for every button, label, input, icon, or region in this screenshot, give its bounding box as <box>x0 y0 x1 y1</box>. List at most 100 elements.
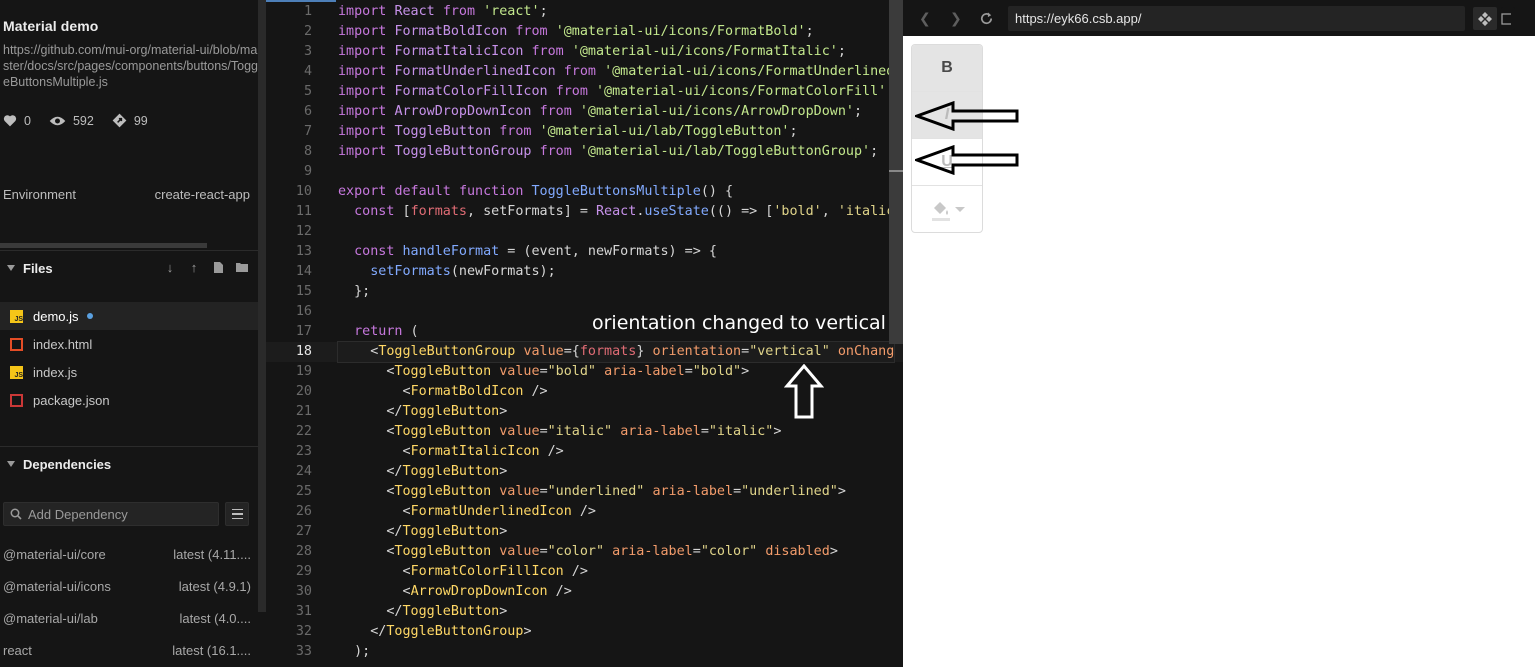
code-line[interactable]: 28 <ToggleButton value="color" aria-labe… <box>266 542 903 562</box>
chevron-down-icon <box>7 265 15 271</box>
code-line[interactable]: 3 import FormatItalicIcon from '@material… <box>266 42 903 62</box>
code-line[interactable]: 5 import FormatColorFillIcon from '@mater… <box>266 82 903 102</box>
environment-label: Environment <box>3 187 76 202</box>
source-link[interactable]: https://github.com/mui-org/material-ui/b… <box>3 42 258 90</box>
add-dependency-field[interactable] <box>3 502 219 526</box>
editor-scrollbar[interactable] <box>889 0 903 344</box>
code-text: import React from 'react'; <box>338 4 548 19</box>
code-line[interactable]: 30 <ArrowDropDownIcon /> <box>266 582 903 602</box>
line-number: 6 <box>303 104 312 119</box>
code-line[interactable]: 27 </ToggleButton> <box>266 522 903 542</box>
code-text: setFormats(newFormats); <box>370 264 556 279</box>
code-line[interactable]: 1 import React from 'react'; <box>266 2 903 22</box>
line-number: 1 <box>303 4 312 19</box>
code-line[interactable]: 25 <ToggleButton value="underlined" aria… <box>266 482 903 502</box>
code-text: import ToggleButton from '@material-ui/l… <box>338 124 798 139</box>
code-text: <ToggleButtonGroup value={formats} orien… <box>336 341 896 363</box>
code-line[interactable]: 13 const handleFormat = (event, newForma… <box>266 242 903 262</box>
sidebar-horizontal-scrollbar[interactable] <box>0 243 207 248</box>
code-line[interactable]: 22 <ToggleButton value="italic" aria-lab… <box>266 422 903 442</box>
browser-toolbar: ❮ ❯ <box>903 0 1535 36</box>
code-line[interactable]: 10 export default function ToggleButtonsM… <box>266 182 903 202</box>
code-line[interactable]: 8 import ToggleButtonGroup from '@materia… <box>266 142 903 162</box>
line-number: 12 <box>295 224 312 239</box>
code-line[interactable]: 12 <box>266 222 903 242</box>
code-line[interactable]: 6 import ArrowDropDownIcon from '@materia… <box>266 102 903 122</box>
dependency-item[interactable]: @material-ui/core latest (4.11.... <box>3 547 251 567</box>
dependency-item[interactable]: @material-ui/lab latest (4.0.... <box>3 611 251 631</box>
sidebar-scrollbar[interactable] <box>258 0 266 612</box>
line-number: 23 <box>295 444 312 459</box>
code-line[interactable]: 14 setFormats(newFormats); <box>266 262 903 282</box>
line-number: 4 <box>303 64 312 79</box>
dependency-version: latest (4.9.1) <box>178 579 251 594</box>
codesandbox-icon[interactable] <box>1473 7 1497 30</box>
forward-icon[interactable]: ❯ <box>950 10 962 27</box>
files-actions: ↓ ↑ <box>154 257 250 277</box>
line-number: 31 <box>295 604 312 619</box>
code-text: return ( <box>354 324 419 339</box>
files-section-header[interactable]: Files ↓ ↑ <box>0 254 258 282</box>
code-line[interactable]: 7 import ToggleButton from '@material-ui/… <box>266 122 903 142</box>
code-text: import FormatBoldIcon from '@material-ui… <box>338 24 814 39</box>
file-item-demo-js[interactable]: JS demo.js <box>0 302 258 330</box>
code-text: }; <box>338 284 371 299</box>
url-input[interactable] <box>1008 6 1465 31</box>
line-number: 33 <box>295 644 312 659</box>
js-file-icon: JS <box>10 365 23 379</box>
line-number: 10 <box>295 184 312 199</box>
code-text: <FormatUnderlinedIcon /> <box>338 504 596 519</box>
code-line[interactable]: 23 <FormatItalicIcon /> <box>266 442 903 462</box>
forks-stat[interactable]: 99 <box>112 113 148 128</box>
line-number: 21 <box>295 404 312 419</box>
menu-icon[interactable] <box>225 502 249 526</box>
code-text: export default function ToggleButtonsMul… <box>338 184 734 199</box>
eye-icon <box>49 116 66 125</box>
code-line[interactable]: 32 </ToggleButtonGroup> <box>266 622 903 642</box>
code-line[interactable]: 2 import FormatBoldIcon from '@material-u… <box>266 22 903 42</box>
back-icon[interactable]: ❮ <box>919 10 931 27</box>
download-icon[interactable]: ↓ <box>162 257 178 277</box>
dependency-name: @material-ui/core <box>3 547 106 562</box>
dependency-item[interactable]: react latest (16.1.... <box>3 643 251 663</box>
line-number: 3 <box>303 44 312 59</box>
line-number: 13 <box>295 244 312 259</box>
dependency-item[interactable]: @material-ui/icons latest (4.9.1) <box>3 579 251 599</box>
open-new-window-icon[interactable] <box>1501 7 1515 30</box>
file-item-index-html[interactable]: index.html <box>0 330 258 358</box>
code-line[interactable]: 18 <ToggleButtonGroup value={formats} or… <box>266 341 903 363</box>
line-number: 25 <box>295 484 312 499</box>
code-line[interactable]: 26 <FormatUnderlinedIcon /> <box>266 502 903 522</box>
code-line[interactable]: 29 <FormatColorFillIcon /> <box>266 562 903 582</box>
refresh-icon[interactable] <box>979 11 994 26</box>
line-number: 2 <box>303 24 312 39</box>
file-item-index-js[interactable]: JS index.js <box>0 358 258 386</box>
code-line[interactable]: 24 </ToggleButton> <box>266 462 903 482</box>
divider <box>0 446 258 447</box>
format-bold-icon: B <box>941 59 953 76</box>
code-line[interactable]: 15 }; <box>266 282 903 302</box>
code-text: </ToggleButton> <box>338 604 508 619</box>
code-text: <FormatColorFillIcon /> <box>338 564 588 579</box>
new-file-icon[interactable] <box>210 257 226 277</box>
line-number: 22 <box>295 424 312 439</box>
code-text: import ArrowDropDownIcon from '@material… <box>338 104 863 119</box>
file-item-package-json[interactable]: package.json <box>0 386 258 414</box>
line-number: 26 <box>295 504 312 519</box>
fork-icon <box>112 113 127 128</box>
color-toggle-button <box>912 186 982 232</box>
format-color-fill-icon <box>931 201 950 221</box>
code-line[interactable]: 33 ); <box>266 642 903 662</box>
line-number: 14 <box>295 264 312 279</box>
code-line[interactable]: 31 </ToggleButton> <box>266 602 903 622</box>
dependencies-section-header[interactable]: Dependencies <box>0 450 258 478</box>
code-line[interactable]: 4 import FormatUnderlinedIcon from '@mate… <box>266 62 903 82</box>
new-folder-icon[interactable] <box>234 257 250 277</box>
bold-toggle-button[interactable]: B <box>912 45 982 92</box>
add-dependency-input[interactable] <box>28 506 208 522</box>
likes-stat[interactable]: 0 <box>3 114 31 128</box>
code-line[interactable]: 11 const [formats, setFormats] = React.u… <box>266 202 903 222</box>
upload-icon[interactable]: ↑ <box>186 257 202 277</box>
views-stat: 592 <box>49 114 94 128</box>
code-line[interactable]: 9 <box>266 162 903 182</box>
